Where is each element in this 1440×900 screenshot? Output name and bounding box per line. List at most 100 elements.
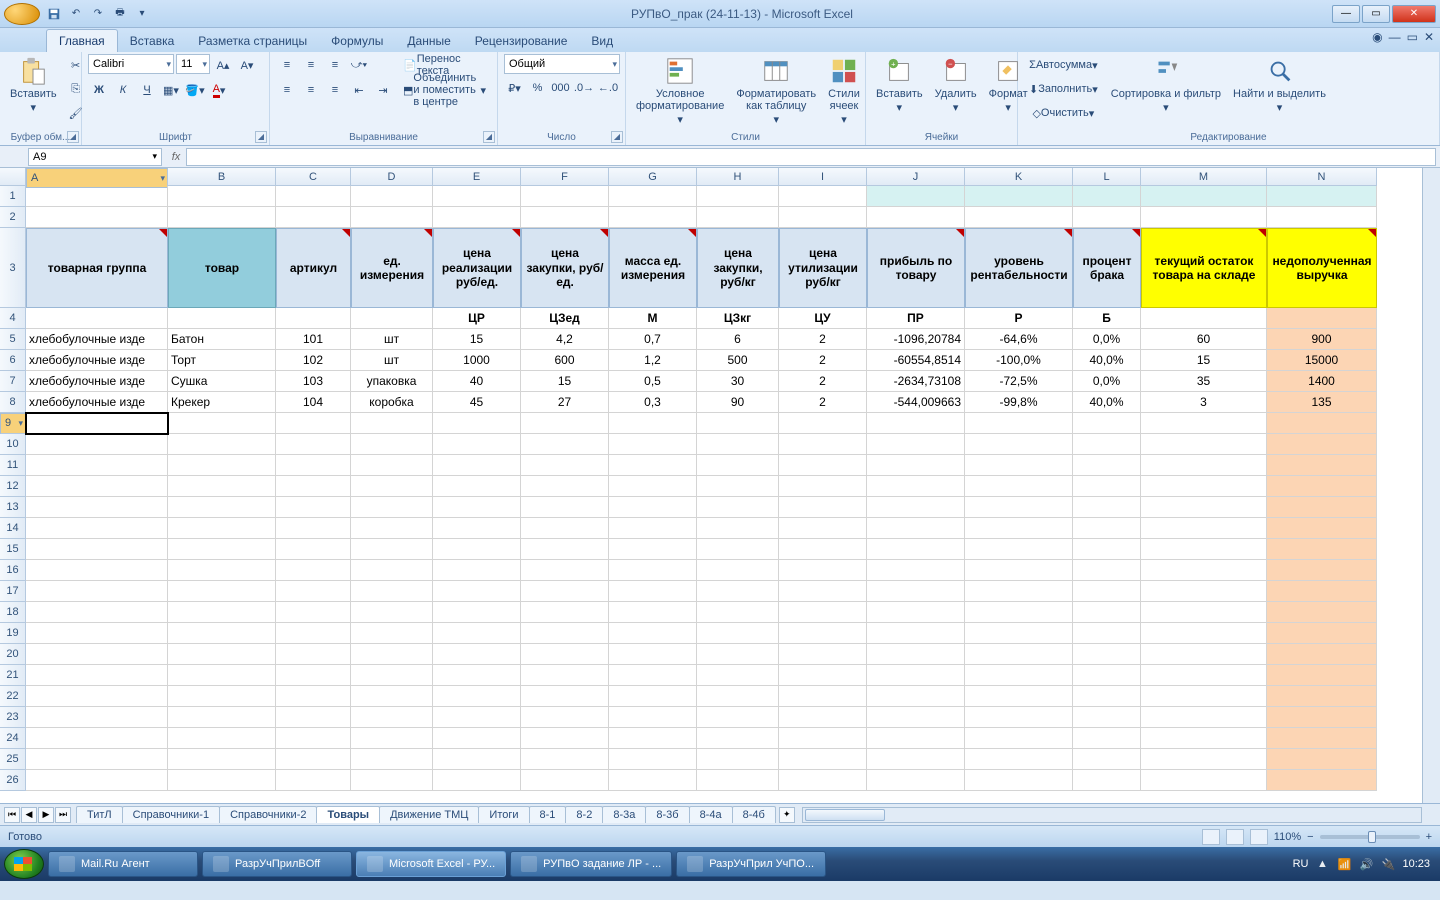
col-header-L[interactable]: L (1073, 168, 1141, 185)
cell-G3[interactable]: масса ед. измерения (609, 228, 697, 308)
cell-I22[interactable] (779, 686, 867, 707)
sheet-tab-11[interactable]: 8-4б (732, 806, 776, 823)
cell-I11[interactable] (779, 455, 867, 476)
worksheet-grid[interactable]: ABCDEFGHIJKLMN 1234567891011121314151617… (0, 168, 1440, 803)
cell-K15[interactable] (965, 539, 1073, 560)
new-sheet-icon[interactable]: ✦ (779, 807, 795, 823)
cell-F19[interactable] (521, 623, 609, 644)
cell-K7[interactable]: -72,5% (965, 371, 1073, 392)
cell-G12[interactable] (609, 476, 697, 497)
cell-A21[interactable] (26, 665, 168, 686)
cell-B10[interactable] (168, 434, 276, 455)
cell-M8[interactable]: 3 (1141, 392, 1267, 413)
cell-N17[interactable] (1267, 581, 1377, 602)
cell-B1[interactable] (168, 186, 276, 207)
cell-E18[interactable] (433, 602, 521, 623)
cell-I17[interactable] (779, 581, 867, 602)
cell-D9[interactable] (351, 413, 433, 434)
cell-M15[interactable] (1141, 539, 1267, 560)
tab-formulas[interactable]: Формулы (319, 30, 395, 52)
cell-C3[interactable]: артикул (276, 228, 351, 308)
cell-N13[interactable] (1267, 497, 1377, 518)
cell-F15[interactable] (521, 539, 609, 560)
taskbar-item-1[interactable]: РазрУчПрилВOff (202, 851, 352, 877)
cell-L16[interactable] (1073, 560, 1141, 581)
cell-C4[interactable] (276, 308, 351, 329)
shrink-font-icon[interactable]: A▾ (236, 54, 258, 76)
cell-H11[interactable] (697, 455, 779, 476)
cell-I9[interactable] (779, 413, 867, 434)
cell-G10[interactable] (609, 434, 697, 455)
redo-icon[interactable]: ↷ (88, 5, 108, 23)
tray-sound-icon[interactable]: 🔊 (1358, 856, 1374, 872)
cell-J21[interactable] (867, 665, 965, 686)
sheet-tab-7[interactable]: 8-2 (565, 806, 603, 823)
orientation-icon[interactable]: ⤻▾ (348, 54, 370, 76)
cell-N10[interactable] (1267, 434, 1377, 455)
cell-F18[interactable] (521, 602, 609, 623)
align-dialog-icon[interactable]: ◢ (483, 131, 495, 143)
print-icon[interactable]: 🖶 (110, 5, 130, 23)
cell-J3[interactable]: прибыль по товару (867, 228, 965, 308)
cell-B24[interactable] (168, 728, 276, 749)
cell-L15[interactable] (1073, 539, 1141, 560)
cell-N7[interactable]: 1400 (1267, 371, 1377, 392)
cell-G2[interactable] (609, 207, 697, 228)
cell-F22[interactable] (521, 686, 609, 707)
percent-icon[interactable]: % (527, 77, 548, 99)
cell-F2[interactable] (521, 207, 609, 228)
currency-icon[interactable]: ₽▾ (504, 77, 525, 99)
cell-E10[interactable] (433, 434, 521, 455)
cell-N8[interactable]: 135 (1267, 392, 1377, 413)
cell-C19[interactable] (276, 623, 351, 644)
cell-J9[interactable] (867, 413, 965, 434)
autosum-button[interactable]: Σ Автосумма ▾ (1024, 54, 1103, 76)
cell-M3[interactable]: текущий остаток товара на складе (1141, 228, 1267, 308)
cell-G22[interactable] (609, 686, 697, 707)
undo-icon[interactable]: ↶ (66, 5, 86, 23)
cell-I7[interactable]: 2 (779, 371, 867, 392)
cell-E8[interactable]: 45 (433, 392, 521, 413)
sheet-tab-2[interactable]: Справочники-2 (219, 806, 317, 823)
cell-M19[interactable] (1141, 623, 1267, 644)
first-sheet-icon[interactable]: ⏮ (4, 807, 20, 823)
cell-K1[interactable] (965, 186, 1073, 207)
cell-F6[interactable]: 600 (521, 350, 609, 371)
cell-D24[interactable] (351, 728, 433, 749)
cell-G7[interactable]: 0,5 (609, 371, 697, 392)
cell-H8[interactable]: 90 (697, 392, 779, 413)
cell-H1[interactable] (697, 186, 779, 207)
row-header-20[interactable]: 20 (0, 644, 26, 665)
cell-J26[interactable] (867, 770, 965, 791)
cell-L21[interactable] (1073, 665, 1141, 686)
close-doc-icon[interactable]: ✕ (1424, 30, 1434, 44)
cell-C2[interactable] (276, 207, 351, 228)
cell-E3[interactable]: цена реализации руб/ед. (433, 228, 521, 308)
office-button[interactable] (4, 3, 40, 25)
cell-J17[interactable] (867, 581, 965, 602)
zoom-out-icon[interactable]: − (1307, 831, 1313, 843)
minimize-button[interactable]: — (1332, 5, 1360, 23)
cell-B5[interactable]: Батон (168, 329, 276, 350)
cell-J22[interactable] (867, 686, 965, 707)
col-header-I[interactable]: I (779, 168, 867, 185)
cell-L26[interactable] (1073, 770, 1141, 791)
row-header-1[interactable]: 1 (0, 186, 26, 207)
cell-G13[interactable] (609, 497, 697, 518)
cell-E5[interactable]: 15 (433, 329, 521, 350)
cell-I3[interactable]: цена утилизации руб/кг (779, 228, 867, 308)
last-sheet-icon[interactable]: ⏭ (55, 807, 71, 823)
cell-A13[interactable] (26, 497, 168, 518)
sheet-tab-8[interactable]: 8-3а (602, 806, 646, 823)
cell-B13[interactable] (168, 497, 276, 518)
cell-K18[interactable] (965, 602, 1073, 623)
cell-B21[interactable] (168, 665, 276, 686)
cell-K19[interactable] (965, 623, 1073, 644)
cell-A3[interactable]: товарная группа (26, 228, 168, 308)
cell-I2[interactable] (779, 207, 867, 228)
tray-network-icon[interactable]: 📶 (1336, 856, 1352, 872)
cell-J8[interactable]: -544,009663 (867, 392, 965, 413)
cell-M11[interactable] (1141, 455, 1267, 476)
cell-E7[interactable]: 40 (433, 371, 521, 392)
cell-G20[interactable] (609, 644, 697, 665)
